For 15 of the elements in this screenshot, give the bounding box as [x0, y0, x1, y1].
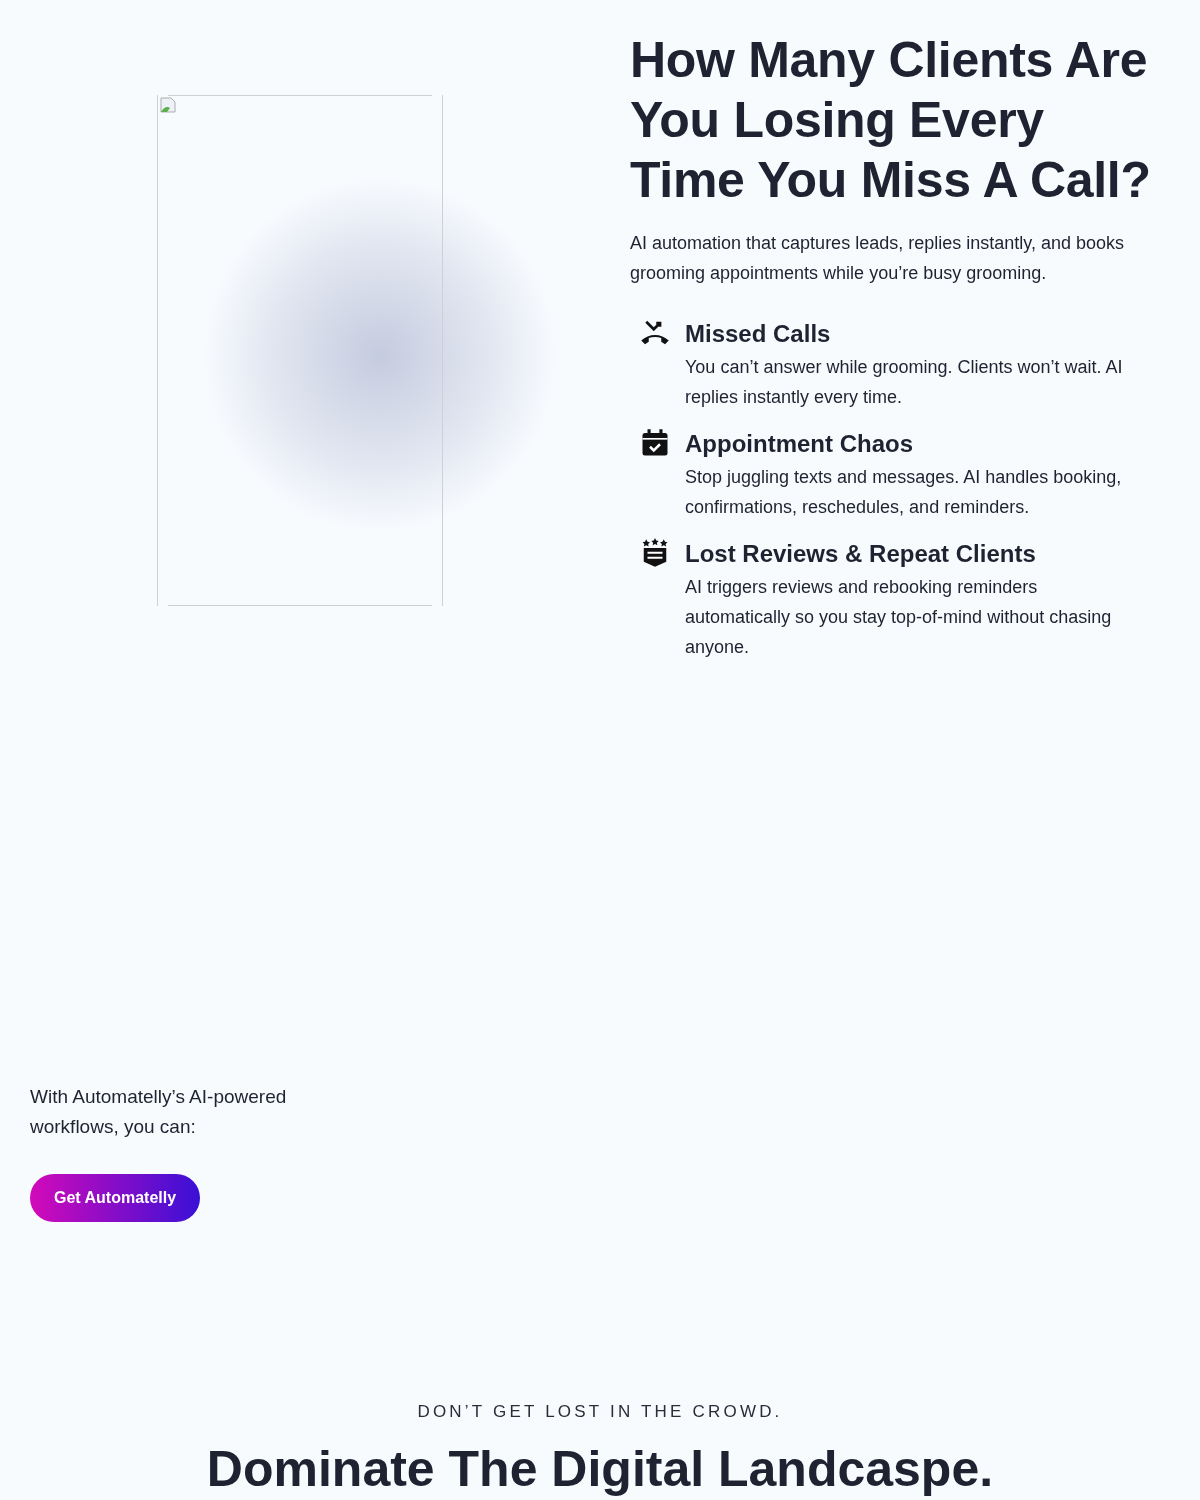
get-automatelly-button[interactable]: Get Automatelly [30, 1174, 201, 1222]
hero-heading: How Many Clients Are You Losing Every Time You Miss A Call? [630, 31, 1152, 210]
section-title: Dominate The Digital Landcaspe. [205, 1440, 995, 1498]
feature-text: AI triggers reviews and rebooking reminders automatically so you stay top-of-mind without chasing anyone. [685, 576, 1113, 659]
feature-title: Appointment Chaos [685, 429, 914, 459]
broken-image-icon [160, 97, 176, 113]
feature-title: Missed Calls [685, 319, 832, 349]
feature-text: Stop juggling texts and messages. AI handles booking, confirmations, reschedules, and reminders. [685, 466, 1123, 519]
workflows-text: With Automatelly’s AI-powered workflows, you can: [30, 1085, 288, 1139]
hero-intro: AI automation that captures leads, replies instantly, and books grooming appointments while you’re busy grooming. [630, 232, 1125, 285]
calendar-check-icon [640, 428, 670, 458]
star-badge-icon [640, 538, 670, 568]
section-eyebrow: DON’T GET LOST IN THE CROWD. [416, 1402, 784, 1422]
feature-title: Lost Reviews & Repeat Clients [685, 539, 1037, 569]
feature-text: You can’t answer while grooming. Clients won’t wait. AI replies instantly every time. [685, 356, 1124, 409]
